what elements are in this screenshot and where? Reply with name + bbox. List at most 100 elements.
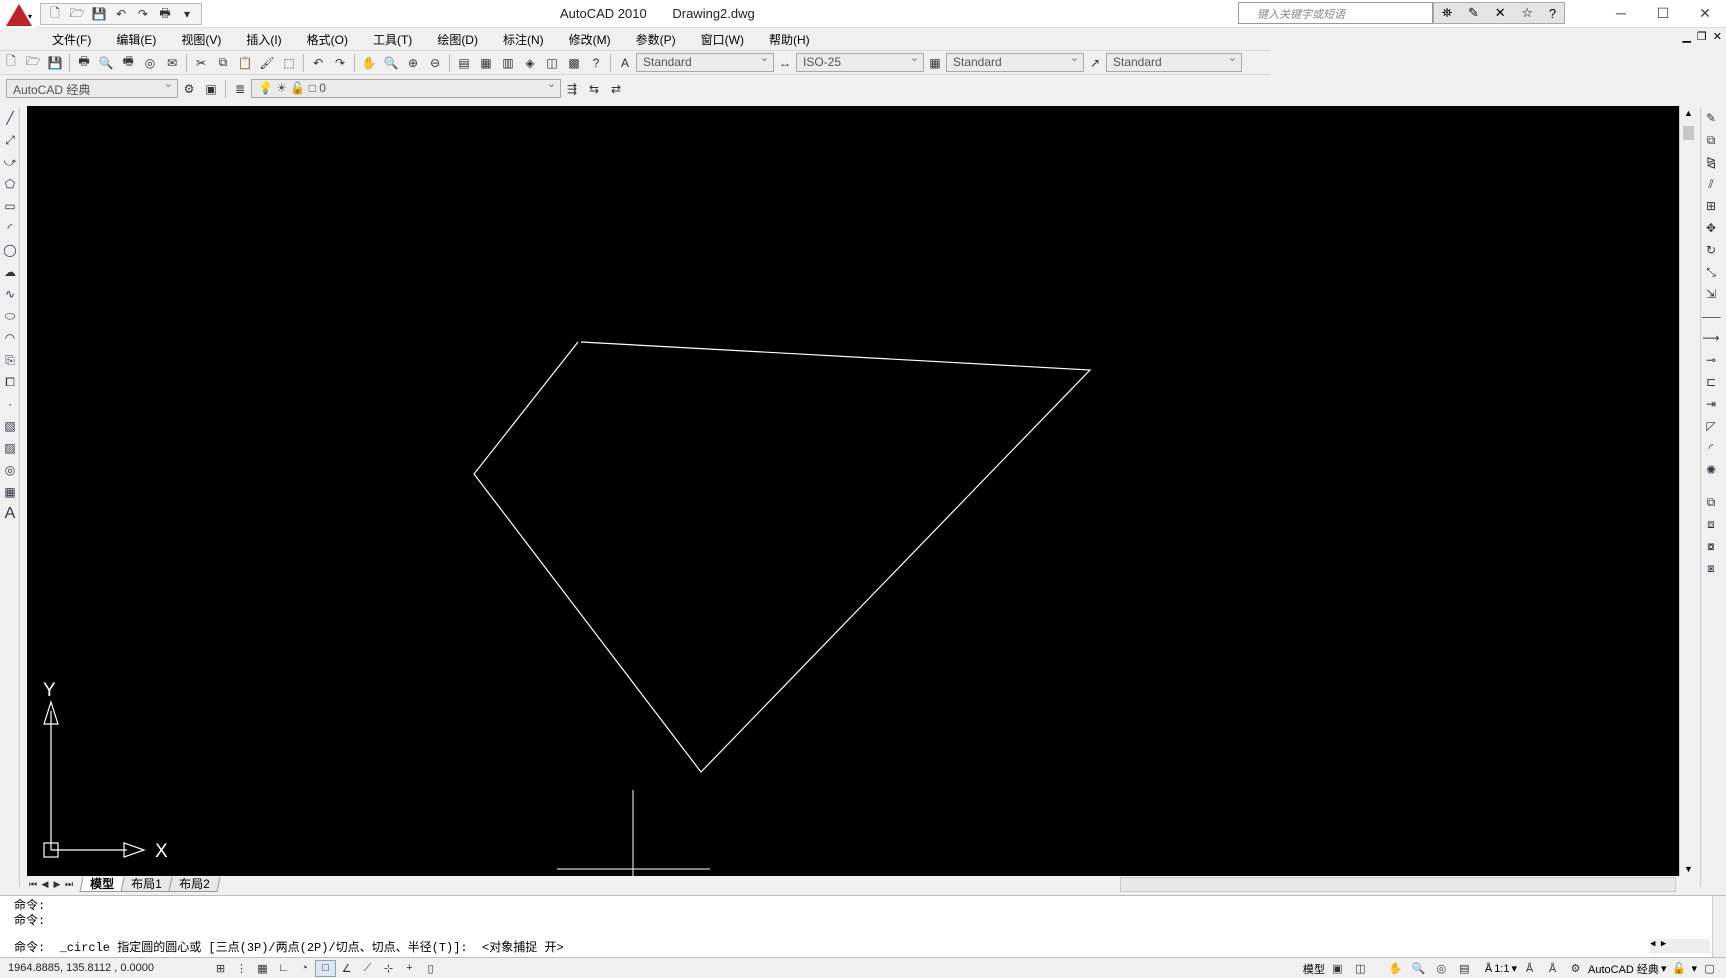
chevron-down-icon[interactable]: ▾ (1691, 962, 1697, 975)
construction-line-icon[interactable]: ⤢ (0, 129, 20, 151)
dynamic-ucs-icon[interactable]: ⟋ (357, 960, 378, 977)
break-at-point-icon[interactable]: ⊸ (1701, 349, 1721, 371)
spline-icon[interactable]: ∿ (0, 283, 20, 305)
sheet-set-icon[interactable]: ◈ (519, 53, 541, 73)
workspace-switch[interactable]: AutoCAD 经典 (1588, 961, 1659, 977)
dim-style-select[interactable]: ISO-25 (796, 51, 924, 72)
zoom-realtime-icon[interactable]: 🔍 (380, 53, 402, 73)
undo-icon[interactable]: ↶ (111, 5, 131, 23)
layer-previous-icon[interactable]: ⇆ (583, 79, 605, 99)
subscription-icon[interactable]: ✎ (1468, 5, 1479, 21)
chamfer-icon[interactable]: ◸ (1701, 415, 1721, 437)
menu-draw[interactable]: 绘图(D) (437, 31, 478, 48)
menu-dimension[interactable]: 标注(N) (503, 31, 544, 48)
open-icon[interactable]: 🗁 (67, 5, 87, 23)
rectangle-icon[interactable]: ▭ (0, 195, 20, 217)
plot-icon[interactable]: 🖶 (73, 53, 95, 73)
close-icon[interactable]: ✕ (1713, 30, 1722, 43)
multileader-style-select[interactable]: Standard (1106, 51, 1242, 72)
insert-block-icon[interactable]: ⎘ (0, 349, 20, 371)
bring-above-icon[interactable]: ⧆ (1701, 557, 1721, 579)
drawing-canvas[interactable]: Y X (27, 106, 1679, 876)
last-tab-icon[interactable]: ⏭ (63, 879, 75, 890)
help-icon[interactable]: ? (1549, 6, 1556, 21)
close-icon[interactable]: ✕ (1684, 0, 1726, 26)
cursor-coordinates[interactable]: 1964.8885, 135.8112 , 0.0000 (0, 962, 210, 974)
arc-icon[interactable]: ◜ (0, 217, 20, 239)
fillet-icon[interactable]: ◜ (1701, 437, 1721, 459)
communication-icon[interactable]: ✕ (1495, 5, 1506, 21)
chevron-down-icon[interactable]: ▼ (1684, 864, 1693, 874)
quick-view-drawings-icon[interactable]: ◫ (1350, 960, 1371, 977)
offset-icon[interactable]: ⫽ (1701, 173, 1721, 195)
chevron-down-icon[interactable]: ▾ (1661, 962, 1667, 975)
trim-icon[interactable]: ⸺ (1701, 305, 1721, 327)
vertical-scrollbar[interactable]: ▲ ▼ (1679, 106, 1696, 876)
markup-icon[interactable]: ◫ (541, 53, 563, 73)
explode-icon[interactable]: ✺ (1701, 459, 1721, 481)
maximize-icon[interactable]: ☐ (1642, 0, 1684, 26)
multileader-style-icon[interactable]: ↗ (1084, 53, 1106, 73)
properties-icon[interactable]: ▤ (453, 53, 475, 73)
clean-screen-icon[interactable]: ▢ (1699, 960, 1720, 977)
favorites-icon[interactable]: ☆ (1521, 5, 1533, 21)
horizontal-scrollbar[interactable] (1120, 877, 1676, 892)
etransmit-icon[interactable]: ✉ (161, 53, 183, 73)
circle-icon[interactable]: ◯ (0, 239, 20, 261)
rotate-icon[interactable]: ↻ (1701, 239, 1721, 261)
save-icon[interactable]: 💾 (44, 53, 66, 73)
object-snap-icon[interactable]: □ (315, 959, 336, 977)
chevron-down-icon[interactable]: ▾ (177, 5, 197, 23)
auto-scale-icon[interactable]: Å (1542, 960, 1563, 977)
point-icon[interactable]: · (0, 393, 20, 415)
stretch-icon[interactable]: ⇲ (1701, 283, 1721, 305)
draw-order-icon[interactable]: ⧉ (1701, 491, 1721, 513)
text-style-select[interactable]: Standard (636, 51, 774, 72)
text-style-icon[interactable]: A (614, 53, 636, 73)
erase-icon[interactable]: ✎ (1701, 107, 1721, 129)
tab-layout1[interactable]: 布局1 (120, 877, 173, 892)
ellipse-icon[interactable]: ⬭ (0, 305, 20, 327)
help-icon[interactable]: ? (585, 53, 607, 73)
join-icon[interactable]: ⇥ (1701, 393, 1721, 415)
menu-help[interactable]: 帮助(H) (769, 31, 810, 48)
line-icon[interactable]: ╱ (0, 107, 20, 129)
prev-tab-icon[interactable]: ◀ (39, 879, 51, 890)
paste-icon[interactable]: 📋 (234, 53, 256, 73)
menu-edit[interactable]: 编辑(E) (116, 31, 156, 48)
hatch-icon[interactable]: ▧ (0, 415, 20, 437)
workspace-settings-icon[interactable]: ▣ (200, 79, 222, 99)
table-style-icon[interactable]: ▦ (924, 53, 946, 73)
tool-palettes-icon[interactable]: ▥ (497, 53, 519, 73)
bring-to-front-icon[interactable]: ⧈ (1701, 513, 1721, 535)
save-icon[interactable]: 💾 (89, 5, 109, 23)
snap-mode-icon[interactable]: ⋮ (231, 960, 252, 977)
chevron-up-icon[interactable]: ▲ (1684, 108, 1693, 118)
undo-icon[interactable]: ↶ (307, 53, 329, 73)
redo-icon[interactable]: ↷ (329, 53, 351, 73)
lock-icon[interactable]: 🔓 (1668, 960, 1689, 977)
next-tab-icon[interactable]: ▶ (51, 879, 63, 890)
search-input[interactable]: 键入关键字或短语 (1238, 2, 1433, 24)
pan-icon[interactable]: ✋ (1385, 960, 1406, 977)
ortho-mode-icon[interactable]: ∟ (273, 960, 294, 977)
pan-icon[interactable]: ✋ (358, 53, 380, 73)
chevron-down-icon[interactable]: ▾ (1511, 962, 1517, 975)
plot-preview-icon[interactable]: 🔍 (95, 53, 117, 73)
object-snap-tracking-icon[interactable]: ∠ (336, 960, 357, 977)
model-space-label[interactable]: 模型 (1303, 961, 1325, 977)
move-icon[interactable]: ✥ (1701, 217, 1721, 239)
menu-tools[interactable]: 工具(T) (373, 31, 412, 48)
block-editor-icon[interactable]: ⬚ (278, 53, 300, 73)
gear-icon[interactable]: ⚙ (178, 79, 200, 99)
menu-modify[interactable]: 修改(M) (569, 31, 611, 48)
steeringwheel-icon[interactable]: ◎ (1431, 960, 1452, 977)
make-block-icon[interactable]: ⧠ (0, 371, 20, 393)
new-icon[interactable]: 🗋 (0, 53, 22, 73)
showmotion-icon[interactable]: ▤ (1454, 960, 1475, 977)
gear-icon[interactable]: ⚙ (1565, 960, 1586, 977)
open-icon[interactable]: 🗁 (22, 53, 44, 73)
polygon-icon[interactable]: ⬠ (0, 173, 20, 195)
minimize-icon[interactable]: ▁ (1682, 30, 1690, 43)
first-tab-icon[interactable]: ⏮ (27, 879, 39, 890)
